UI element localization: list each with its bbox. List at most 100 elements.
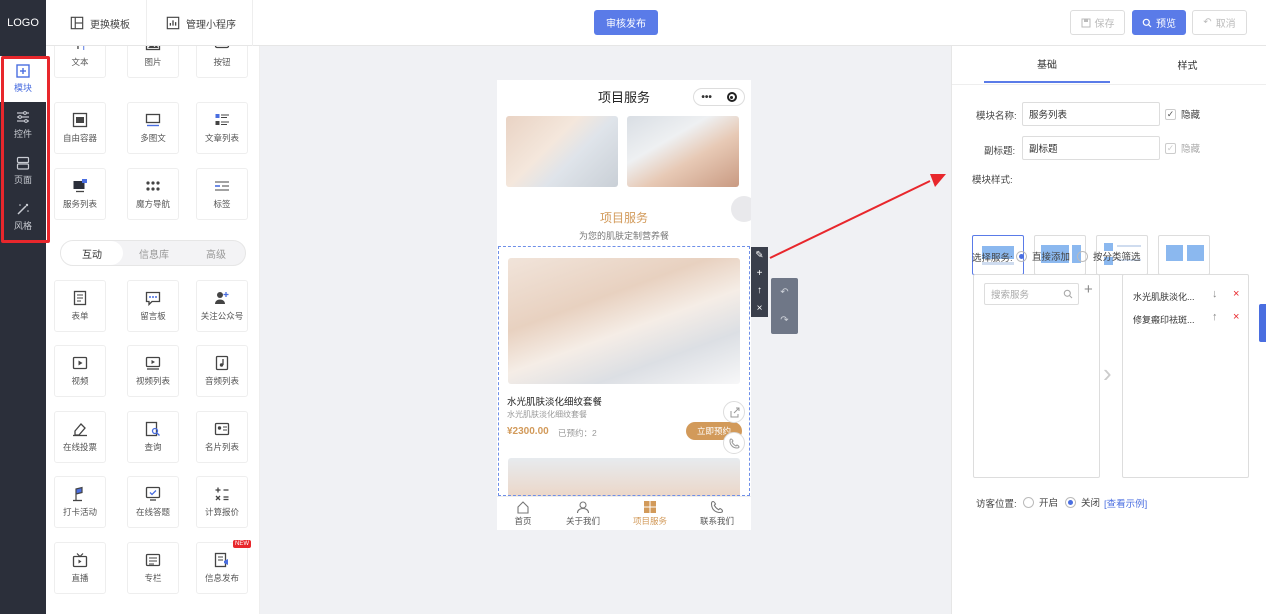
bottom-tab-bar: 首页 关于我们 项目服务 联系我们: [497, 496, 751, 530]
add-icon[interactable]: +: [757, 268, 763, 279]
palette-item-label: 多图文: [140, 133, 166, 143]
selected-module-outline[interactable]: [498, 246, 750, 496]
section-subtitle: 为您的肌肤定制营养餐: [578, 231, 669, 241]
palette-item-button[interactable]: 按钮: [196, 46, 248, 78]
palette-item-article-list[interactable]: 文章列表: [196, 102, 248, 154]
close-target-icon[interactable]: [726, 92, 737, 102]
palette-item-container[interactable]: 自由容器: [54, 102, 106, 154]
more-icon[interactable]: •••: [701, 92, 712, 103]
tab-style[interactable]: 样式: [1109, 46, 1266, 83]
button-icon: [214, 46, 230, 49]
tab-about[interactable]: 关于我们: [551, 500, 615, 527]
preview-button[interactable]: 预览: [1132, 10, 1186, 35]
container-icon: [72, 112, 88, 128]
style-option-4[interactable]: [1158, 235, 1210, 275]
radio-on[interactable]: 开启: [1023, 495, 1058, 509]
tab-label: 首页: [514, 516, 532, 526]
radio-label: 按分类筛选: [1093, 252, 1141, 263]
subtitle-label: 副标题:: [984, 146, 1016, 157]
selected-service-item[interactable]: 水光肌肤淡化...: [1133, 290, 1195, 303]
palette-item-label: 打卡活动: [62, 507, 97, 517]
view-example-link[interactable]: [查看示例]: [1104, 496, 1147, 510]
tab-label: 项目服务: [632, 516, 667, 526]
palette-item-info-publish[interactable]: 信息发布 NEW: [196, 540, 251, 594]
tab-basic[interactable]: 基础: [984, 46, 1110, 83]
palette-item-label: 音频列表: [204, 376, 239, 386]
radio-off[interactable]: 关闭: [1065, 495, 1100, 509]
move-up-icon[interactable]: ↑: [757, 285, 762, 296]
palette-tab[interactable]: 高级: [185, 241, 247, 265]
palette-item-label: 表单: [71, 311, 89, 321]
miniapp-capsule[interactable]: •••: [693, 88, 745, 106]
hide-checkbox-1[interactable]: ✓ 隐藏: [1165, 107, 1200, 121]
radio-icon: [1077, 250, 1088, 262]
radio-icon: [1016, 250, 1027, 262]
palette-item-multi-image-text[interactable]: 多图文: [127, 102, 179, 154]
search-icon[interactable]: [1063, 289, 1073, 299]
manage-miniapp-button[interactable]: 管理小程序: [150, 0, 253, 46]
change-template-button[interactable]: 更换模板: [54, 0, 147, 46]
logo: LOGO: [0, 0, 46, 46]
redo-icon[interactable]: ↷: [780, 315, 788, 326]
hide-checkbox-2[interactable]: ✓ 隐藏: [1165, 141, 1200, 155]
selected-service-item[interactable]: 修复瘢印祛斑...: [1133, 313, 1195, 326]
palette-item-label: 文章列表: [204, 133, 239, 143]
undo-icon[interactable]: ↶: [780, 287, 788, 298]
palette-item-message-board[interactable]: 留言板: [127, 280, 179, 332]
cancel-button[interactable]: ↶ 取消: [1192, 10, 1247, 35]
tab-contact[interactable]: 联系我们: [685, 500, 749, 527]
remove-icon[interactable]: ×: [1233, 288, 1239, 300]
palette-item-follow[interactable]: 关注公众号: [196, 280, 248, 332]
palette-item-checkin[interactable]: 打卡活动: [54, 476, 106, 528]
divider: [952, 84, 1266, 85]
radio-icon: [1023, 496, 1034, 508]
query-icon: [145, 421, 160, 437]
publish-button[interactable]: 审核发布: [594, 10, 658, 35]
move-up-icon[interactable]: ↑: [1212, 311, 1218, 323]
tab-home[interactable]: 首页: [497, 500, 555, 527]
subtitle-input[interactable]: 副标题: [1022, 136, 1160, 160]
tag-icon: [215, 181, 229, 191]
module-name-input[interactable]: 服务列表: [1022, 102, 1160, 126]
palette-tab[interactable]: 信息库: [123, 241, 185, 265]
tab-services[interactable]: 项目服务: [618, 500, 682, 527]
palette-item-form[interactable]: 表单: [54, 280, 106, 332]
column-icon: [145, 553, 161, 567]
follow-icon: [215, 292, 229, 304]
service-list-icon: [73, 179, 87, 193]
article-list-icon: [215, 114, 229, 125]
palette-item-query[interactable]: 查询: [127, 411, 179, 463]
palette-tab[interactable]: 互动: [61, 241, 123, 265]
palette-item-audio-list[interactable]: 音频列表: [196, 345, 248, 397]
radio-by-category[interactable]: 按分类筛选: [1077, 249, 1141, 263]
palette-item-calculator[interactable]: 计算报价: [196, 476, 248, 528]
delete-icon[interactable]: ×: [757, 303, 763, 314]
palette-item-label: 直播: [71, 573, 89, 583]
palette-item-text[interactable]: TT 文本: [54, 46, 106, 78]
radio-icon: [1065, 496, 1076, 508]
transfer-arrow-icon[interactable]: ›: [1103, 358, 1112, 389]
image-icon: [145, 46, 161, 51]
add-service-icon[interactable]: +: [1084, 281, 1093, 298]
palette-item-column[interactable]: 专栏: [127, 542, 179, 594]
palette-item-service-list[interactable]: 服务列表: [54, 168, 106, 220]
remove-icon[interactable]: ×: [1233, 311, 1239, 323]
edit-icon[interactable]: ✎: [755, 250, 763, 261]
palette-item-tag[interactable]: 标签: [196, 168, 248, 220]
save-button[interactable]: 保存: [1070, 10, 1125, 35]
select-service-label: 选择服务:: [972, 253, 1013, 264]
side-handle[interactable]: [1259, 304, 1266, 342]
palette-item-video-list[interactable]: 视频列表: [127, 345, 179, 397]
palette-item-image[interactable]: 图片: [127, 46, 179, 78]
palette-item-vote[interactable]: 在线投票: [54, 411, 106, 463]
settings-panel: 基础 样式 模块名称: 服务列表 ✓ 隐藏 副标题: 副标题 ✓ 隐藏 模块样式: …: [951, 46, 1266, 614]
palette-item-live[interactable]: 直播: [54, 542, 106, 594]
palette-item-video[interactable]: 视频: [54, 345, 106, 397]
palette-item-quiz[interactable]: 在线答题: [127, 476, 179, 528]
palette-item-cube-nav[interactable]: 魔方导航: [127, 168, 179, 220]
palette-item-card-list[interactable]: 名片列表: [196, 411, 248, 463]
cube-nav-icon: [146, 181, 160, 191]
radio-direct-add[interactable]: 直接添加: [1016, 249, 1070, 263]
card-list-icon: [214, 422, 230, 436]
move-down-icon[interactable]: ↓: [1212, 288, 1218, 300]
